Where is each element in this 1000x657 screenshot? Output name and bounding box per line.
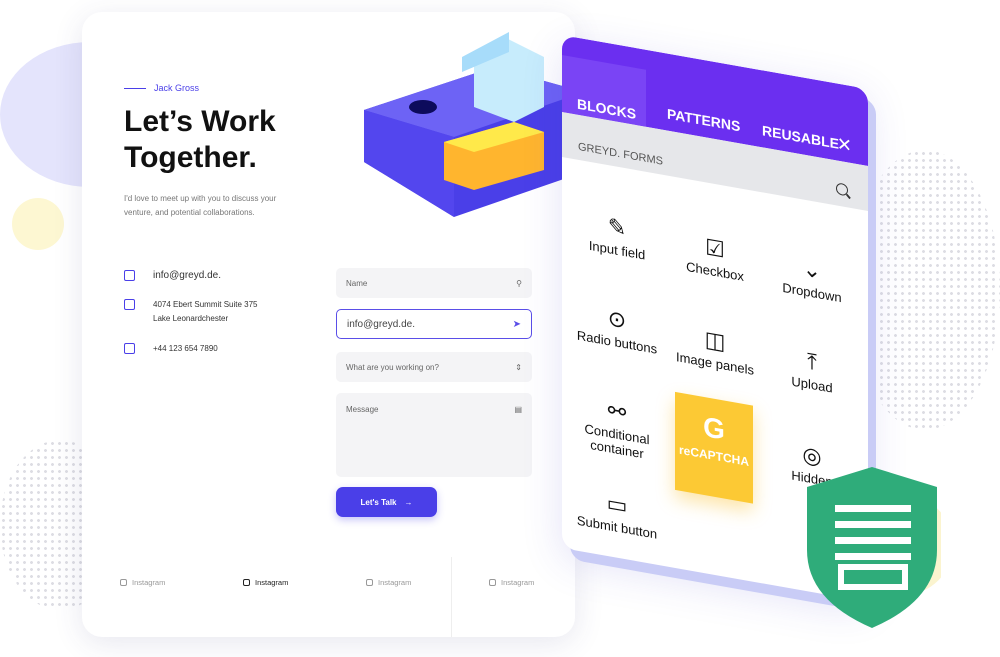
instagram-icon	[243, 579, 250, 586]
instagram-icon	[120, 579, 127, 586]
footer-link-instagram[interactable]: Instagram	[120, 578, 165, 587]
block-recaptcha[interactable]: GreCAPTCHA	[675, 391, 753, 504]
decor-blob	[12, 198, 64, 250]
phone-icon	[124, 343, 135, 354]
contact-address: 4074 Ebert Summit Suite 375 Lake Leonardc…	[124, 298, 258, 326]
description: I'd love to meet up with you to discuss …	[124, 194, 277, 217]
block-submit-button[interactable]: ▭ Submit button	[567, 481, 667, 544]
mail-icon	[124, 270, 135, 281]
lets-talk-button[interactable]: Let's Talk →	[336, 487, 437, 517]
isometric-illustration	[364, 32, 575, 217]
page-title: Let’s Work Together.	[124, 105, 276, 174]
block-dropdown[interactable]: ⌄ Dropdown	[762, 246, 862, 309]
contact-phone: +44 123 654 7890	[124, 342, 218, 356]
search-icon[interactable]	[836, 182, 848, 197]
block-radio-buttons[interactable]: ⊙ Radio buttons	[567, 296, 667, 359]
updown-icon: ⇕	[515, 362, 522, 372]
close-icon[interactable]: ✕	[837, 133, 852, 157]
shield-badge-icon	[807, 467, 941, 628]
user-icon: ⚲	[516, 278, 522, 288]
send-icon: ➤	[512, 318, 521, 330]
block-checkbox[interactable]: ☑ Checkbox	[665, 225, 765, 288]
block-upload[interactable]: ⤒ Upload	[762, 338, 862, 401]
arrow-right-icon: →	[404, 497, 413, 507]
divider	[451, 557, 452, 637]
tab-patterns[interactable]: PATTERNS	[667, 106, 740, 135]
block-image-panels[interactable]: ◫ Image panels	[665, 317, 765, 380]
message-textarea[interactable]: Message ▤	[336, 393, 532, 477]
contact-card: Jack Gross Let’s Work Together. I'd love …	[82, 12, 575, 637]
block-input-field[interactable]: ✎ Input field	[567, 204, 667, 267]
block-conditional-container[interactable]: ⚯ Conditional container	[567, 388, 667, 466]
project-select[interactable]: What are you working on? ⇕	[336, 352, 532, 382]
instagram-icon	[489, 579, 496, 586]
author-name: Jack Gross	[124, 83, 199, 93]
footer-link-instagram[interactable]: Instagram	[366, 578, 411, 587]
section-label: GREYD. FORMS	[578, 140, 663, 168]
name-input[interactable]: Name ⚲	[336, 268, 532, 298]
decor-dots	[850, 150, 1000, 430]
email-input[interactable]: info@greyd.de. ➤	[336, 309, 532, 339]
instagram-icon	[366, 579, 373, 586]
footer-link-instagram[interactable]: Instagram	[243, 578, 288, 587]
contact-email: info@greyd.de.	[124, 269, 221, 283]
tab-reusable[interactable]: REUSABLE	[762, 122, 839, 152]
footer-link-instagram[interactable]: Instagram	[489, 578, 534, 587]
home-icon	[124, 299, 135, 310]
message-icon: ▤	[514, 405, 522, 414]
